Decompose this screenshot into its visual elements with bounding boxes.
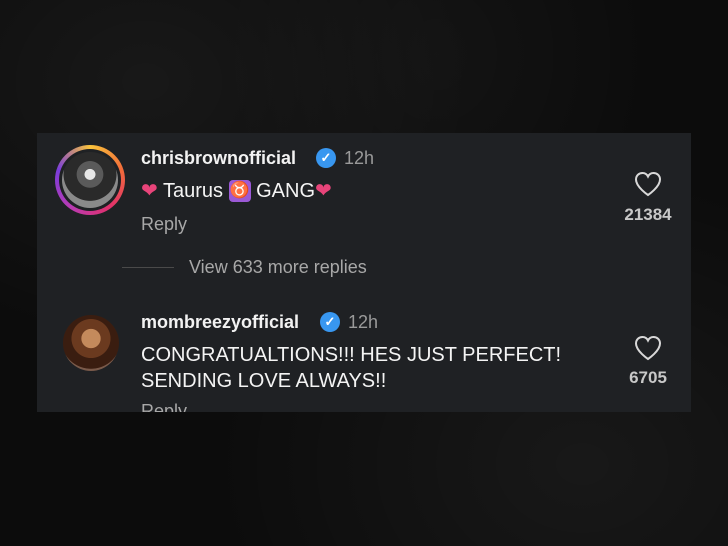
- heart-emoji-icon: ❤: [315, 180, 332, 202]
- divider: [122, 267, 174, 268]
- reply-button[interactable]: Reply: [141, 214, 187, 235]
- comment-text: ❤ Taurus ♉ GANG❤: [141, 180, 332, 202]
- like-count: 6705: [629, 368, 667, 387]
- verified-badge-icon: ✓: [316, 148, 336, 168]
- comments-panel: chrisbrownofficial ✓ 12h ❤ Taurus ♉ GANG…: [37, 133, 691, 412]
- comment-text: CONGRATUALTIONS!!! HES JUST PERFECT! SEN…: [141, 342, 561, 394]
- view-more-replies-button[interactable]: View 633 more replies: [189, 257, 367, 278]
- like-count: 21384: [624, 205, 672, 224]
- verified-badge-icon: ✓: [320, 312, 340, 332]
- taurus-zodiac-icon: ♉: [228, 180, 251, 202]
- comment-text-line: SENDING LOVE ALWAYS!!: [141, 370, 387, 392]
- reply-button[interactable]: Reply: [141, 401, 187, 412]
- avatar-chrisbrownofficial[interactable]: [55, 145, 125, 215]
- comment-time: 12h: [348, 312, 379, 332]
- comment-text-line: CONGRATUALTIONS!!! HES JUST PERFECT!: [141, 344, 562, 366]
- comment-username[interactable]: chrisbrownofficial: [141, 148, 296, 169]
- heart-outline-icon[interactable]: [634, 335, 662, 361]
- comment-time: 12h: [344, 148, 375, 168]
- heart-outline-icon[interactable]: [634, 171, 662, 197]
- comment-username[interactable]: mombreezyofficial: [141, 312, 299, 333]
- avatar-mombreezyofficial[interactable]: [63, 315, 119, 371]
- heart-emoji-icon: ❤: [141, 180, 158, 202]
